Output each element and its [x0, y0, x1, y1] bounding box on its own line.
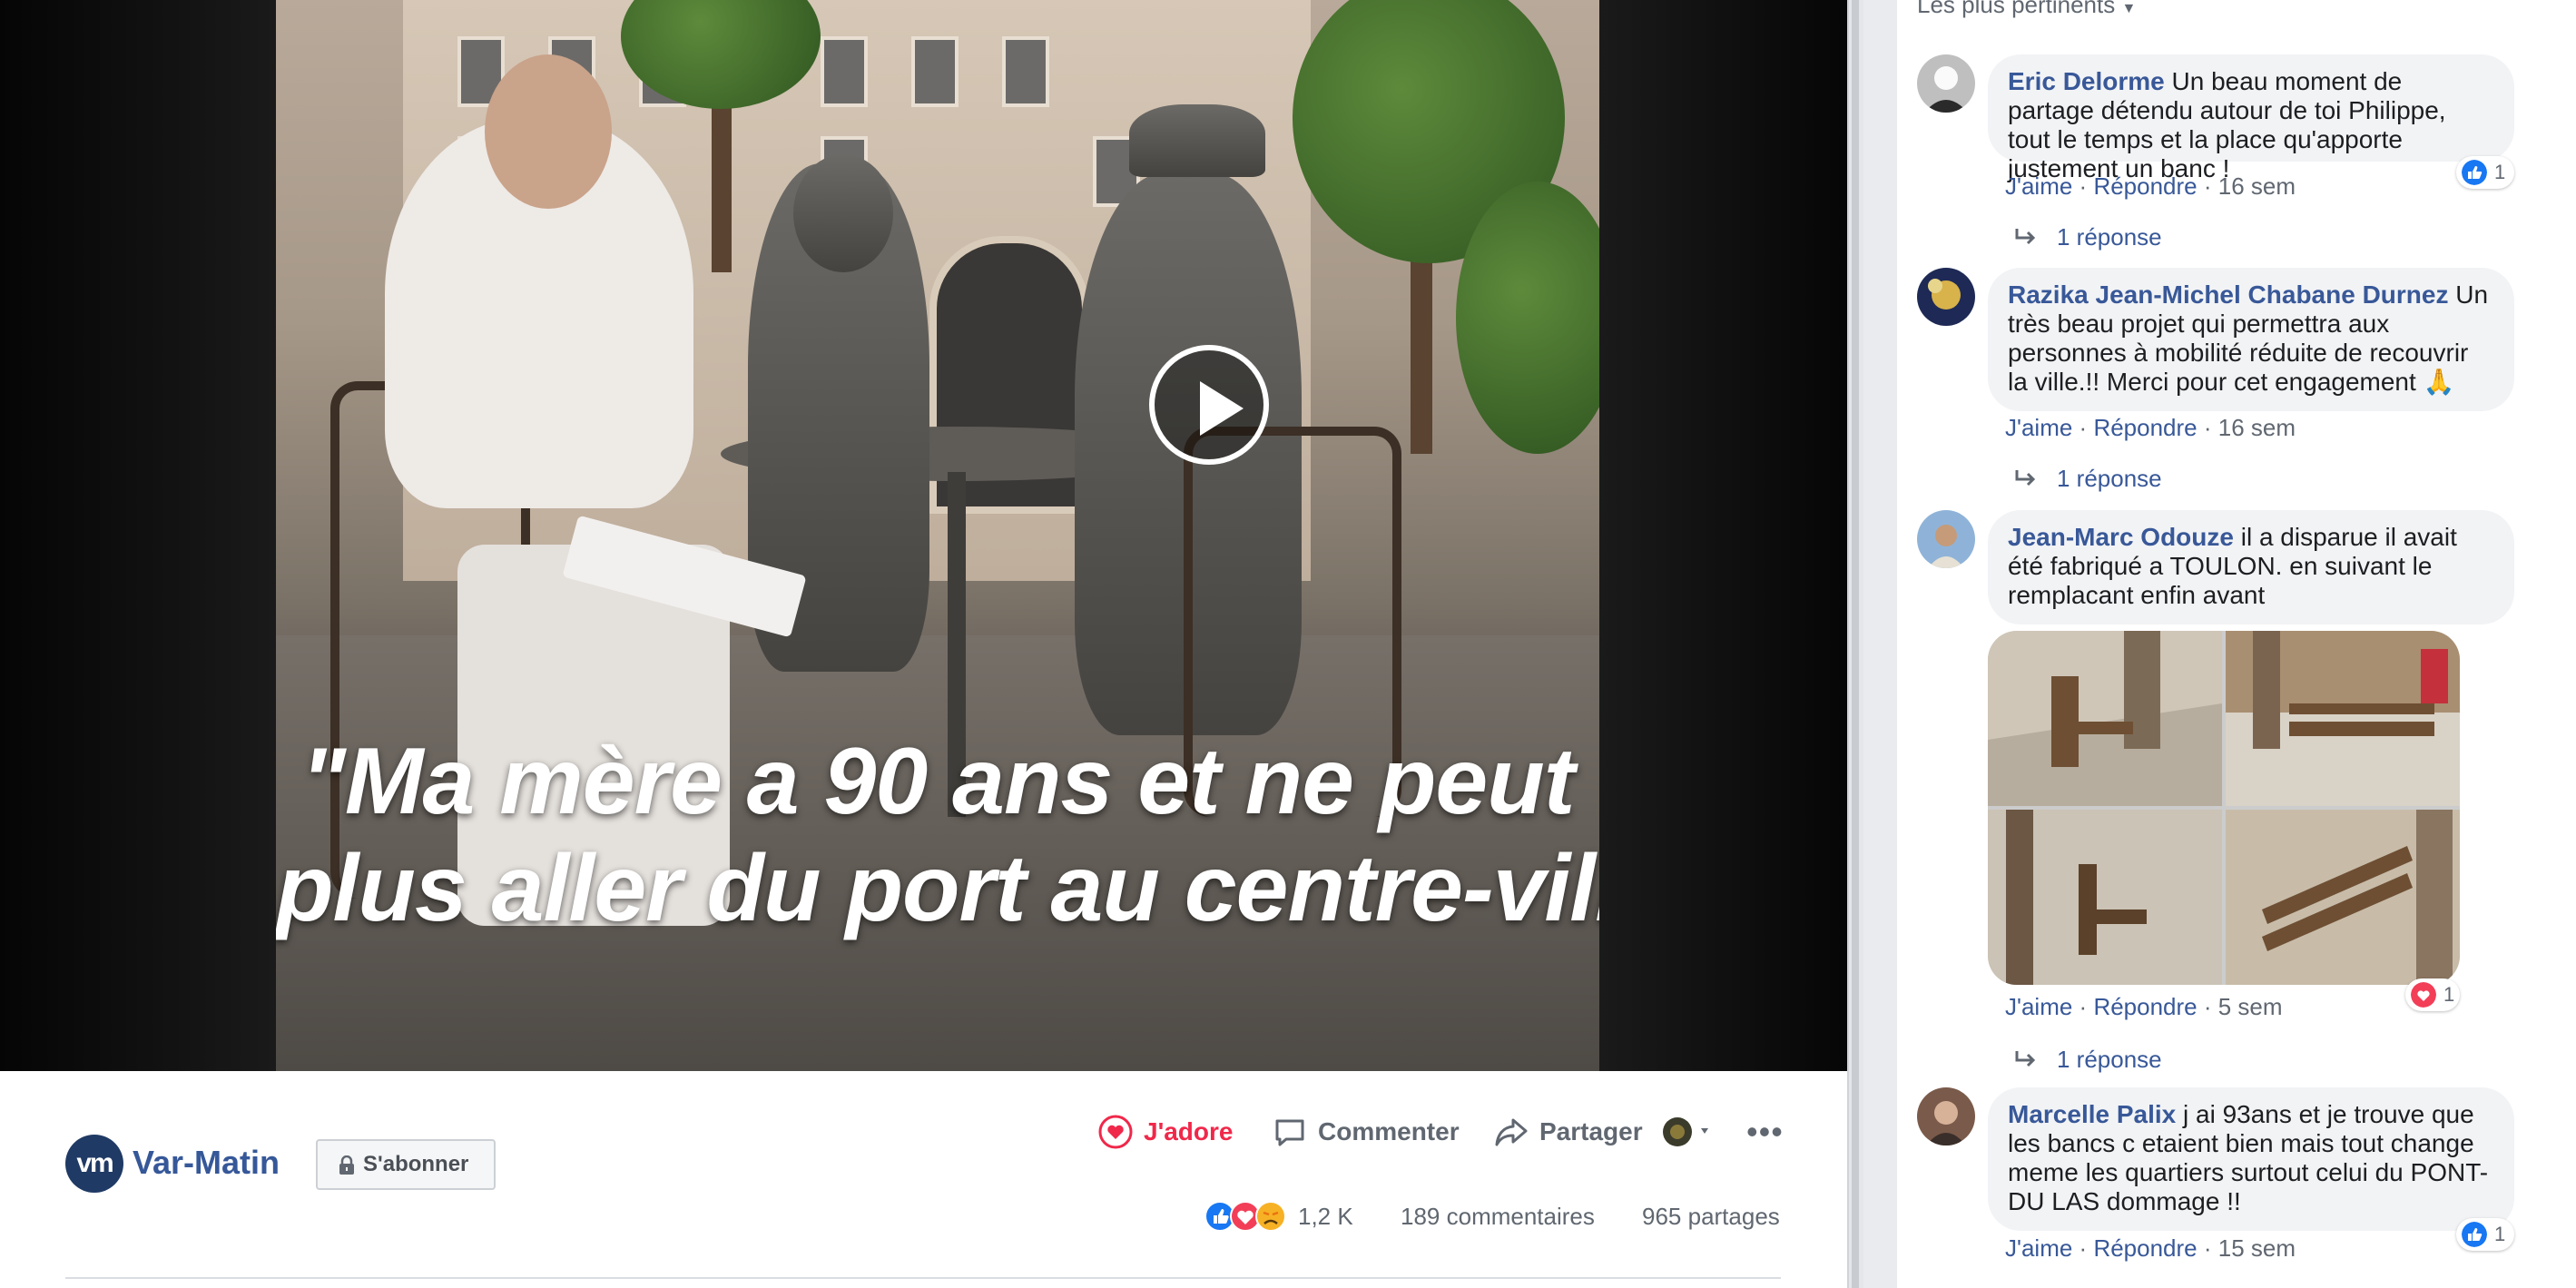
comment-reaction-pill[interactable]: 1	[2456, 1218, 2514, 1251]
shares-count[interactable]: 965 partages	[1642, 1200, 1780, 1233]
bench-photo[interactable]	[1988, 631, 2222, 806]
adore-label: J'adore	[1144, 1117, 1234, 1145]
share-label: Partager	[1539, 1117, 1643, 1145]
subscribe-button[interactable]: S'abonner	[316, 1139, 496, 1190]
sort-label: Les plus pertinents	[1917, 0, 2116, 18]
comment-time[interactable]: 16 sem	[2218, 172, 2296, 200]
reply-arrow-icon	[2015, 229, 2036, 245]
like-link[interactable]: J'aime	[2005, 993, 2072, 1020]
comment-author[interactable]: Razika Jean-Michel Chabane Durnez	[2008, 280, 2448, 309]
bench-photo[interactable]	[2226, 810, 2460, 985]
comment-author[interactable]: Marcelle Palix	[2008, 1100, 2176, 1128]
bench-photo[interactable]	[1988, 810, 2222, 985]
play-button[interactable]	[1149, 345, 1269, 465]
subscribe-icon	[339, 1155, 354, 1175]
like-link[interactable]: J'aime	[2005, 172, 2072, 200]
reaction-count: 1	[2443, 983, 2455, 1006]
heart-icon	[1098, 1115, 1133, 1149]
like-icon	[2462, 160, 2487, 185]
like-icon	[2462, 1222, 2487, 1247]
avatar[interactable]	[1917, 1087, 1975, 1145]
more-options-icon[interactable]: •••	[1746, 1113, 1784, 1151]
share-icon	[1495, 1118, 1528, 1146]
video-player[interactable]: "Ma mère a 90 ans et ne peut plus aller …	[0, 0, 1847, 1071]
video-letterbox-left	[0, 0, 276, 1071]
avatar[interactable]	[1917, 510, 1975, 568]
comment-bubble: Jean-Marc Odouze il a disparue il avait …	[1988, 510, 2514, 624]
comments-count[interactable]: 189 commentaires	[1401, 1200, 1595, 1233]
comment-author[interactable]: Eric Delorme	[2008, 67, 2165, 95]
video-caption-line1: "Ma mère a 90 ans et ne peut	[300, 729, 1576, 834]
love-icon	[2411, 982, 2436, 1008]
view-replies-link[interactable]: 1 réponse	[2057, 1046, 2162, 1074]
reaction-count: 1	[2494, 161, 2506, 183]
comment-time[interactable]: 16 sem	[2218, 414, 2296, 441]
like-link[interactable]: J'aime	[2005, 414, 2072, 441]
video-frame[interactable]: "Ma mère a 90 ans et ne peut plus aller …	[276, 0, 1599, 1071]
reply-link[interactable]: Répondre	[2093, 414, 2197, 441]
reply-arrow-icon	[2015, 470, 2036, 487]
comment-bubble: Razika Jean-Michel Chabane Durnez Un trè…	[1988, 268, 2514, 411]
comment-reaction-pill[interactable]: 1	[2456, 156, 2514, 189]
view-replies-link[interactable]: 1 réponse	[2057, 465, 2162, 493]
view-replies-link[interactable]: 1 réponse	[2057, 223, 2162, 251]
avatar[interactable]	[1917, 54, 1975, 113]
comment-meta: J'aime · Répondre · 15 sem	[2005, 1234, 2296, 1262]
footer-divider	[65, 1277, 1781, 1279]
scrollbar[interactable]	[1852, 0, 1859, 1288]
reaction-count: 1	[2494, 1223, 2506, 1245]
avatar[interactable]	[1917, 268, 1975, 326]
page-avatar[interactable]: vm	[65, 1135, 123, 1193]
share-button[interactable]: Partager	[1494, 1109, 1648, 1155]
reply-link[interactable]: Répondre	[2093, 1234, 2197, 1262]
comment-author[interactable]: Jean-Marc Odouze	[2008, 523, 2234, 551]
subscribe-label: S'abonner	[363, 1152, 469, 1176]
comment-meta: J'aime · Répondre · 16 sem	[2005, 172, 2296, 200]
caret-down-icon: ▼	[2121, 1, 2137, 16]
reply-link[interactable]: Répondre	[2093, 993, 2197, 1020]
comment-meta: J'aime · Répondre · 5 sem	[2005, 993, 2283, 1020]
page-name-link[interactable]: Var-Matin	[133, 1144, 280, 1182]
comment-time[interactable]: 15 sem	[2218, 1234, 2296, 1262]
bench-photo[interactable]	[2226, 631, 2460, 806]
video-letterbox-right	[1599, 0, 1847, 1071]
comment-bubble: Eric Delorme Un beau moment de partage d…	[1988, 54, 2514, 182]
reply-arrow-icon	[2015, 1051, 2036, 1067]
reply-link[interactable]: Répondre	[2093, 172, 2197, 200]
comment-bubble: Marcelle Palix j ai 93ans et je trouve q…	[1988, 1087, 2514, 1231]
page-switcher-avatar-icon[interactable]	[1661, 1115, 1716, 1149]
like-link[interactable]: J'aime	[2005, 1234, 2072, 1262]
comment-sort-dropdown[interactable]: Les plus pertinents ▼	[1917, 0, 2136, 19]
comment-time[interactable]: 5 sem	[2218, 993, 2283, 1020]
reaction-summary-icons[interactable]	[1204, 1200, 1294, 1233]
comment-icon	[1275, 1119, 1304, 1146]
comment-photo-collage[interactable]	[1988, 631, 2460, 985]
reaction-count[interactable]: 1,2 K	[1298, 1200, 1353, 1233]
comment-reaction-pill[interactable]: 1	[2405, 978, 2460, 1011]
comment-meta: J'aime · Répondre · 16 sem	[2005, 414, 2296, 441]
comment-button[interactable]: Commenter	[1273, 1109, 1463, 1155]
video-caption-line2: plus aller du port au centre-ville	[276, 836, 1599, 941]
comment-label: Commenter	[1318, 1117, 1460, 1145]
adore-button[interactable]: J'adore	[1098, 1109, 1234, 1155]
